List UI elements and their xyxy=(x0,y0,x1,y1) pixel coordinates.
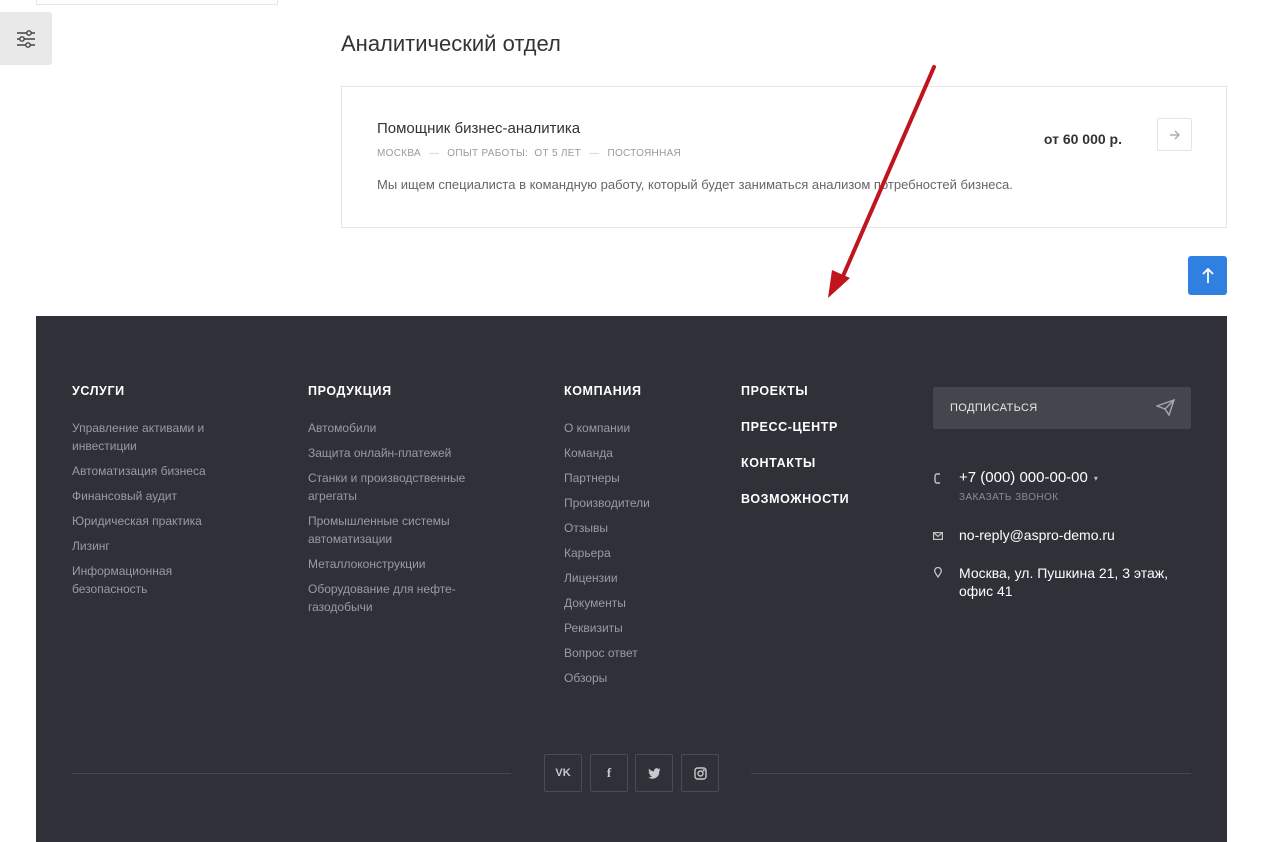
footer-link-projects[interactable]: ПРОЕКТЫ xyxy=(741,384,849,420)
footer-link[interactable]: Управление активами и инвестиции xyxy=(72,419,237,455)
footer-main-links: ПРОЕКТЫ ПРЕСС-ЦЕНТР КОНТАКТЫ ВОЗМОЖНОСТИ xyxy=(741,384,849,528)
footer-company-title[interactable]: КОМПАНИЯ xyxy=(564,384,642,398)
footer-divider-left xyxy=(72,773,511,774)
footer-products-title[interactable]: ПРОДУКЦИЯ xyxy=(308,384,392,398)
footer-services-list: Управление активами и инвестиции Автомат… xyxy=(72,419,237,605)
address: Москва, ул. Пушкина 21, 3 этаж, офис 41 xyxy=(959,565,1169,599)
instagram-button[interactable] xyxy=(681,754,719,792)
meta-separator: — xyxy=(428,148,440,159)
top-divider xyxy=(36,0,278,5)
footer-company-list: О компании Команда Партнеры Производител… xyxy=(564,419,714,694)
phone-icon xyxy=(934,473,940,484)
section-title: Аналитический отдел xyxy=(341,31,561,56)
arrow-up-icon xyxy=(1201,267,1214,283)
footer-link[interactable]: Промышленные системы автоматизации xyxy=(308,512,498,548)
footer-link[interactable]: Лизинг xyxy=(72,537,237,555)
meta-separator: — xyxy=(589,148,600,159)
subscribe-button[interactable]: ПОДПИСАТЬСЯ xyxy=(933,387,1191,429)
footer-link[interactable]: Команда xyxy=(564,444,714,462)
footer-link[interactable]: Автомобили xyxy=(308,419,498,437)
vacancy-employment: ПОСТОЯННАЯ xyxy=(607,148,682,159)
vk-button[interactable]: VK xyxy=(544,754,582,792)
filter-toggle-button[interactable] xyxy=(0,12,52,65)
footer-link[interactable]: Информационная безопасность xyxy=(72,562,237,598)
paper-plane-icon xyxy=(1156,399,1175,416)
subscribe-label: ПОДПИСАТЬСЯ xyxy=(950,402,1038,414)
footer-link-press[interactable]: ПРЕСС-ЦЕНТР xyxy=(741,420,849,456)
footer-divider-right xyxy=(751,773,1191,774)
footer-link[interactable]: Обзоры xyxy=(564,669,714,687)
footer-link[interactable]: Металлоконструкции xyxy=(308,555,498,573)
footer-services-title[interactable]: УСЛУГИ xyxy=(72,384,125,398)
footer-link-features[interactable]: ВОЗМОЖНОСТИ xyxy=(741,492,849,528)
footer-link[interactable]: Финансовый аудит xyxy=(72,487,237,505)
vacancy-open-button[interactable] xyxy=(1157,118,1192,151)
footer-link[interactable]: О компании xyxy=(564,419,714,437)
envelope-icon xyxy=(933,532,943,540)
phone-text: +7 (000) 000-00-00 xyxy=(959,469,1088,486)
phone-number[interactable]: +7 (000) 000-00-00 ▾ xyxy=(959,469,1098,486)
sliders-icon xyxy=(17,29,35,48)
email-link[interactable]: no-reply@aspro-demo.ru xyxy=(959,527,1115,543)
footer-link[interactable]: Защита онлайн-платежей xyxy=(308,444,498,462)
footer-link[interactable]: Юридическая практика xyxy=(72,512,237,530)
footer-link[interactable]: Автоматизация бизнеса xyxy=(72,462,237,480)
vacancy-title[interactable]: Помощник бизнес-аналитика xyxy=(377,120,580,137)
footer-link[interactable]: Партнеры xyxy=(564,469,714,487)
vacancy-salary: от 60 000 р. xyxy=(1043,131,1122,147)
footer-link[interactable]: Вопрос ответ xyxy=(564,644,714,662)
vacancy-city: МОСКВА xyxy=(377,148,421,159)
footer-link[interactable]: Реквизиты xyxy=(564,619,714,637)
scroll-top-button[interactable] xyxy=(1188,256,1227,295)
footer-link-contacts[interactable]: КОНТАКТЫ xyxy=(741,456,849,492)
location-pin-icon xyxy=(934,567,942,578)
footer-link[interactable]: Лицензии xyxy=(564,569,714,587)
vacancy-description: Мы ищем специалиста в командную работу, … xyxy=(377,177,1013,192)
vacancy-meta: МОСКВА — ОПЫТ РАБОТЫ: ОТ 5 ЛЕТ — ПОСТОЯННАЯ xyxy=(377,148,681,159)
facebook-button[interactable]: f xyxy=(590,754,628,792)
footer-link[interactable]: Оборудование для нефте-газодобычи xyxy=(308,580,498,616)
instagram-icon xyxy=(693,766,707,780)
vacancy-card[interactable]: Помощник бизнес-аналитика МОСКВА — ОПЫТ РА… xyxy=(341,86,1227,228)
arrow-right-icon xyxy=(1169,130,1180,139)
vk-icon: VK xyxy=(555,767,571,779)
facebook-icon: f xyxy=(606,765,612,780)
order-callback-link[interactable]: ЗАКАЗАТЬ ЗВОНОК xyxy=(959,492,1058,503)
footer-products-list: Автомобили Защита онлайн-платежей Станки… xyxy=(308,419,498,623)
footer-link[interactable]: Карьера xyxy=(564,544,714,562)
footer-link[interactable]: Документы xyxy=(564,594,714,612)
footer-link[interactable]: Отзывы xyxy=(564,519,714,537)
footer-link[interactable]: Производители xyxy=(564,494,714,512)
chevron-down-icon[interactable]: ▾ xyxy=(1094,474,1098,483)
twitter-icon xyxy=(647,767,660,779)
footer: УСЛУГИ Управление активами и инвестиции … xyxy=(36,316,1227,842)
vacancy-experience: ОПЫТ РАБОТЫ: ОТ 5 ЛЕТ xyxy=(447,148,582,159)
footer-link[interactable]: Станки и производственные агрегаты xyxy=(308,469,498,505)
twitter-button[interactable] xyxy=(635,754,673,792)
